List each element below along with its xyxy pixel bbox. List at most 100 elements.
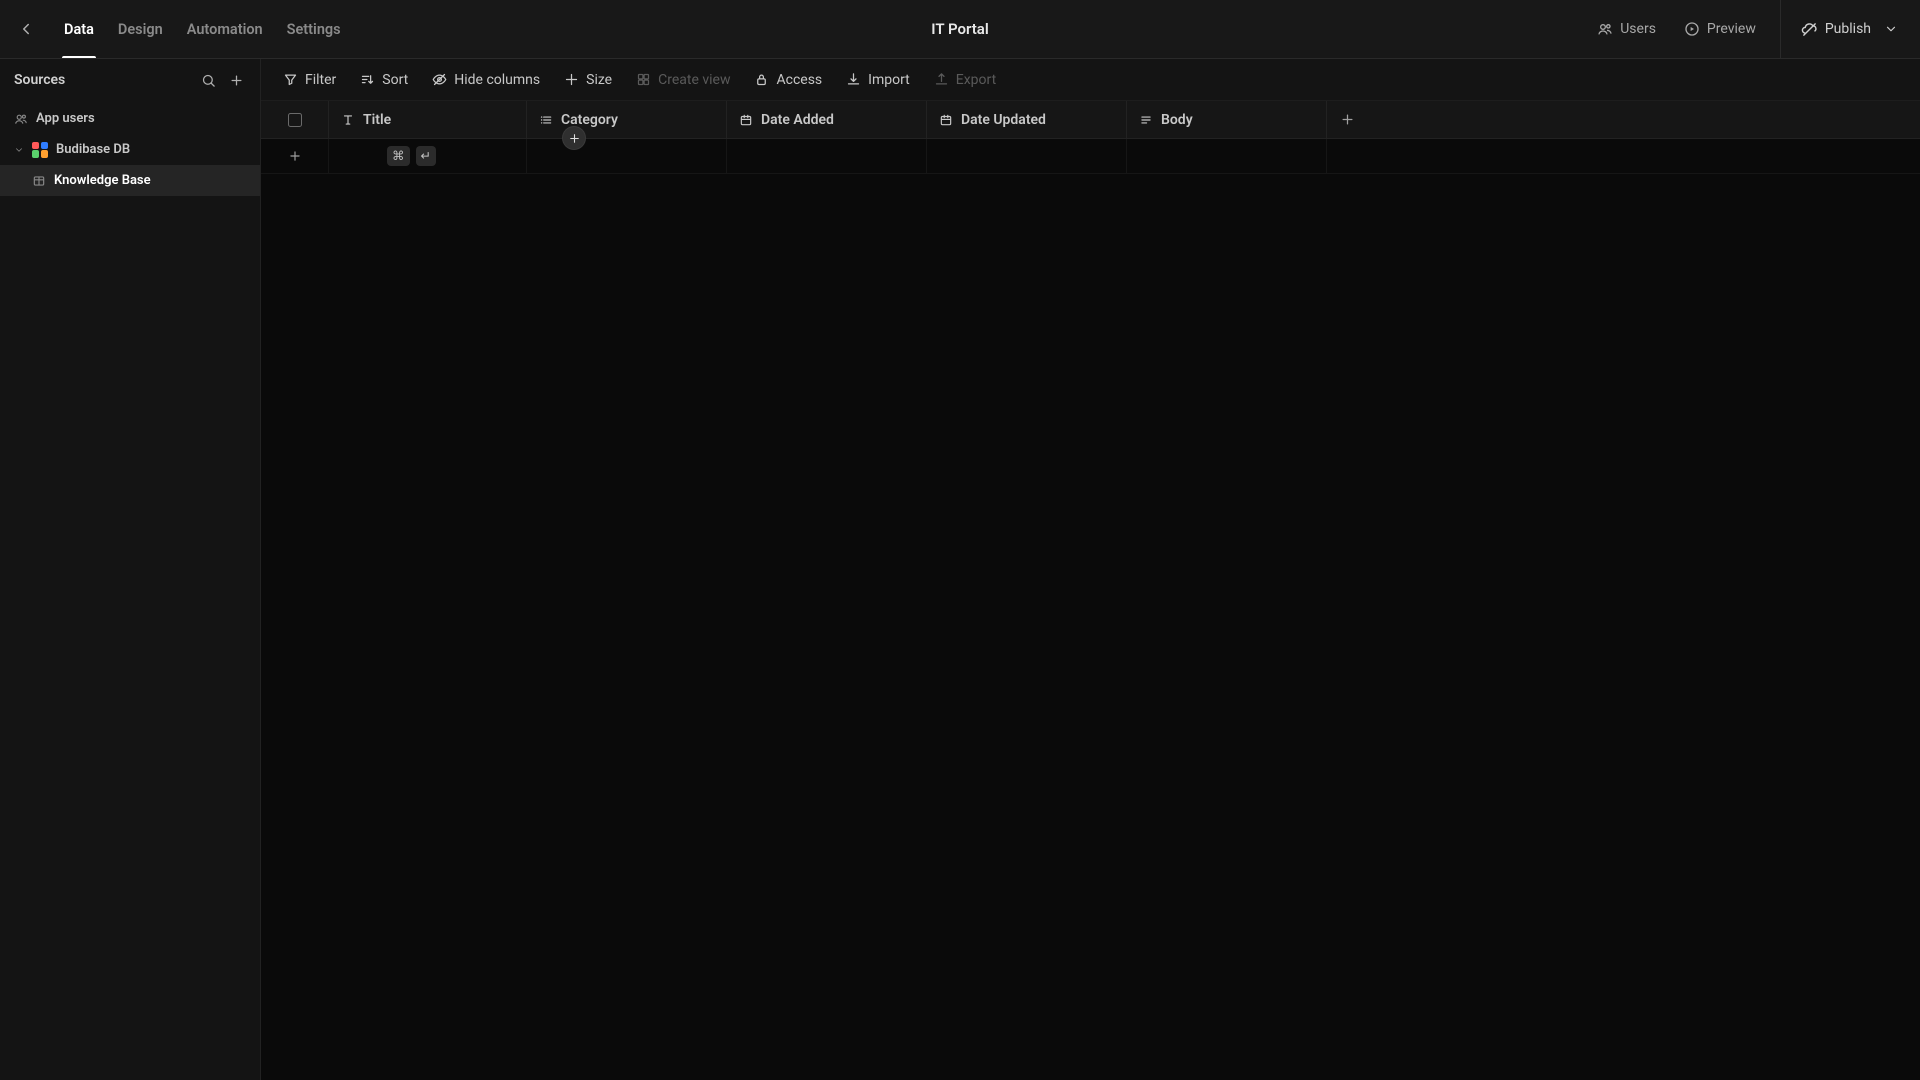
filter-button[interactable]: Filter <box>273 66 346 94</box>
enter-key-pill: ↵ <box>416 146 436 166</box>
chevron-down-icon <box>1884 22 1898 36</box>
plus-icon <box>229 73 244 88</box>
cmd-key-pill: ⌘ <box>387 146 410 166</box>
toolbar-label: Hide columns <box>454 72 540 88</box>
plus-icon <box>288 149 302 163</box>
select-all-header[interactable] <box>261 101 329 138</box>
search-sources-button[interactable] <box>194 66 222 94</box>
add-source-button[interactable] <box>222 66 250 94</box>
sources-tree: App users Budibase DB Knowledge Base <box>0 101 260 196</box>
text-icon <box>341 113 355 127</box>
toolbar-label: Import <box>868 72 910 88</box>
data-sheet: Title Category Date Added Date Updated <box>261 101 1920 1080</box>
column-header-date-updated[interactable]: Date Updated <box>927 101 1127 138</box>
search-icon <box>201 73 216 88</box>
size-icon <box>564 72 579 87</box>
sidebar-item-budibase-db[interactable]: Budibase DB <box>0 134 260 165</box>
column-label: Date Updated <box>961 112 1046 128</box>
export-icon <box>934 72 949 87</box>
app-title: IT Portal <box>931 20 988 38</box>
tab-label: Settings <box>287 21 341 38</box>
budibase-logo-icon <box>32 142 48 158</box>
sidebar-item-app-users[interactable]: App users <box>0 103 260 134</box>
toolbar-label: Create view <box>658 72 730 88</box>
column-label: Title <box>363 112 391 128</box>
tab-automation[interactable]: Automation <box>175 0 275 58</box>
tab-settings[interactable]: Settings <box>275 0 353 58</box>
plus-icon <box>568 132 581 145</box>
sidebar-item-label: App users <box>36 111 95 126</box>
main-nav-tabs: Data Design Automation Settings <box>52 0 353 58</box>
people-icon <box>1597 21 1613 37</box>
users-label: Users <box>1620 21 1656 37</box>
add-column-fab[interactable] <box>563 127 585 149</box>
longtext-icon <box>1139 113 1153 127</box>
column-header-body[interactable]: Body <box>1127 101 1327 138</box>
create-view-button[interactable]: Create view <box>626 66 740 94</box>
grid-icon <box>636 72 651 87</box>
sort-button[interactable]: Sort <box>350 66 418 94</box>
add-row: ⌘ ↵ <box>261 139 1920 174</box>
column-label: Body <box>1161 112 1193 128</box>
tab-label: Design <box>118 21 163 38</box>
table-icon <box>32 174 46 188</box>
plus-icon <box>1340 112 1355 127</box>
publish-button[interactable]: Publish <box>1789 13 1908 46</box>
publish-chevron[interactable] <box>1878 22 1904 36</box>
column-header-date-added[interactable]: Date Added <box>727 101 927 138</box>
cell[interactable] <box>527 139 727 173</box>
keyboard-hint: ⌘ ↵ <box>329 146 436 166</box>
column-header-title[interactable]: Title <box>329 101 527 138</box>
sidebar: Sources App users Budibase DB Knowledge … <box>0 59 261 1080</box>
filter-icon <box>283 72 298 87</box>
nav-divider <box>1780 0 1781 59</box>
play-icon <box>1684 21 1700 37</box>
tab-design[interactable]: Design <box>106 0 175 58</box>
tab-data[interactable]: Data <box>52 0 106 58</box>
add-row-title-cell[interactable]: ⌘ ↵ <box>329 139 527 173</box>
add-row-button[interactable] <box>261 139 329 173</box>
preview-button[interactable]: Preview <box>1672 13 1768 45</box>
sidebar-item-label: Knowledge Base <box>54 173 151 188</box>
preview-label: Preview <box>1707 21 1756 37</box>
sidebar-title: Sources <box>14 72 194 88</box>
toolbar-label: Filter <box>305 72 336 88</box>
cell[interactable] <box>727 139 927 173</box>
tab-label: Data <box>64 21 94 38</box>
toolbar-label: Size <box>586 72 612 88</box>
calendar-icon <box>739 113 753 127</box>
arrow-left-icon <box>17 20 35 38</box>
cell[interactable] <box>927 139 1127 173</box>
checkbox[interactable] <box>288 113 302 127</box>
toolbar-label: Access <box>776 72 822 88</box>
sidebar-item-label: Budibase DB <box>56 142 130 157</box>
table-toolbar: Filter Sort Hide columns Size Create vie… <box>261 59 1920 101</box>
eye-off-icon <box>432 72 447 87</box>
list-icon <box>539 113 553 127</box>
column-label: Category <box>561 112 618 128</box>
import-button[interactable]: Import <box>836 66 920 94</box>
cell[interactable] <box>1127 139 1327 173</box>
toolbar-label: Sort <box>382 72 408 88</box>
people-icon <box>14 112 28 126</box>
column-header-category[interactable]: Category <box>527 101 727 138</box>
tab-label: Automation <box>187 21 263 38</box>
export-button[interactable]: Export <box>924 66 1006 94</box>
sort-icon <box>360 72 375 87</box>
column-header-row: Title Category Date Added Date Updated <box>261 101 1920 139</box>
column-label: Date Added <box>761 112 834 128</box>
cloud-off-icon <box>1801 21 1818 38</box>
add-column-button[interactable] <box>1327 101 1367 138</box>
users-button[interactable]: Users <box>1585 13 1668 45</box>
calendar-icon <box>939 113 953 127</box>
size-button[interactable]: Size <box>554 66 622 94</box>
toolbar-label: Export <box>956 72 996 88</box>
hide-columns-button[interactable]: Hide columns <box>422 66 550 94</box>
sidebar-item-knowledge-base[interactable]: Knowledge Base <box>0 165 260 196</box>
chevron-down-icon[interactable] <box>14 145 24 155</box>
lock-icon <box>754 72 769 87</box>
access-button[interactable]: Access <box>744 66 832 94</box>
publish-label: Publish <box>1825 21 1871 37</box>
import-icon <box>846 72 861 87</box>
back-button[interactable] <box>8 11 44 47</box>
